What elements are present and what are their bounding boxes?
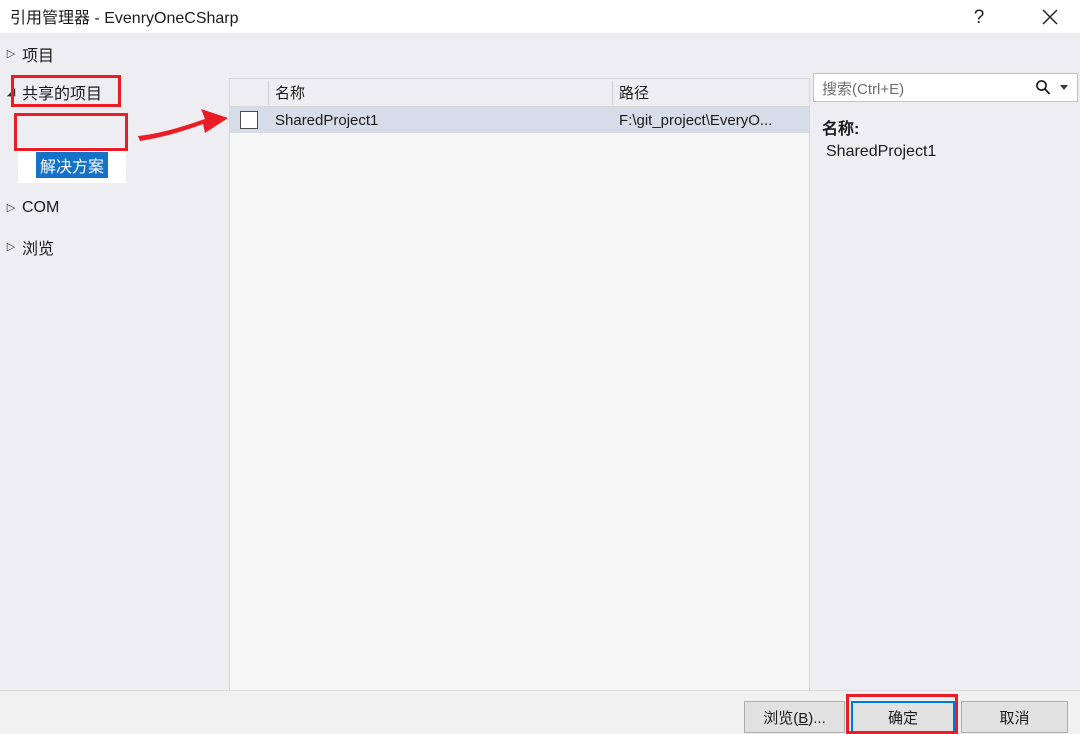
chevron-right-icon: ▷ [6,201,16,214]
reference-list-panel: 名称 路径 SharedProject1 F:\git_project\Ever… [229,78,810,719]
sidebar-item-label: 项目 [22,48,55,65]
sidebar-item-projects[interactable]: ▷ 项目 [0,39,54,69]
detail-name-label: 名称: [822,121,860,138]
chevron-down-icon[interactable] [1060,85,1068,90]
annotation-box-ok [846,694,958,734]
search-icon [1035,79,1051,100]
cell-path: F:\git_project\EveryO... [619,111,773,129]
sidebar-item-label: 解决方案 [36,152,109,178]
list-header-row: 名称 路径 [230,79,809,107]
search-input[interactable]: 搜索(Ctrl+E) [813,73,1078,102]
column-header-path[interactable]: 路径 [619,79,649,106]
detail-name-value: SharedProject1 [826,143,937,160]
cancel-button-label: 取消 [999,709,1030,727]
cell-name: SharedProject1 [275,111,379,129]
sidebar-item-solution[interactable]: 解决方案 [36,151,109,179]
reference-manager-dialog: 引用管理器 - EvenryOneCSharp ? ▷ 项目 ◢ 共享的项目 解… [0,0,1080,734]
column-divider [612,81,613,105]
sidebar-item-label: 浏览 [22,241,55,258]
sidebar-item-com[interactable]: ▷ COM [0,193,60,223]
row-checkbox[interactable] [240,111,258,129]
svg-text:?: ? [974,7,985,27]
annotation-box-shared-projects [11,75,121,107]
browse-button[interactable]: 浏览(B)... [744,701,845,733]
sidebar-item-label: COM [22,199,60,216]
help-icon[interactable]: ? [961,0,997,33]
details-pane: 名称: SharedProject1 [822,119,1072,163]
title-bar: 引用管理器 - EvenryOneCSharp ? [0,0,1080,33]
column-divider [268,81,269,105]
annotation-box-solution [14,113,128,151]
page-title: 引用管理器 - EvenryOneCSharp [10,10,239,27]
close-icon[interactable] [1028,0,1072,33]
search-placeholder: 搜索(Ctrl+E) [822,81,905,98]
browse-button-label: 浏览(B)... [763,709,826,727]
table-row[interactable]: SharedProject1 F:\git_project\EveryO... [230,107,809,133]
chevron-right-icon: ▷ [6,47,16,60]
annotation-arrow [138,109,228,141]
cancel-button[interactable]: 取消 [961,701,1068,733]
chevron-right-icon: ▷ [6,240,16,253]
sidebar-item-browse[interactable]: ▷ 浏览 [0,232,54,262]
column-header-name[interactable]: 名称 [275,79,305,106]
